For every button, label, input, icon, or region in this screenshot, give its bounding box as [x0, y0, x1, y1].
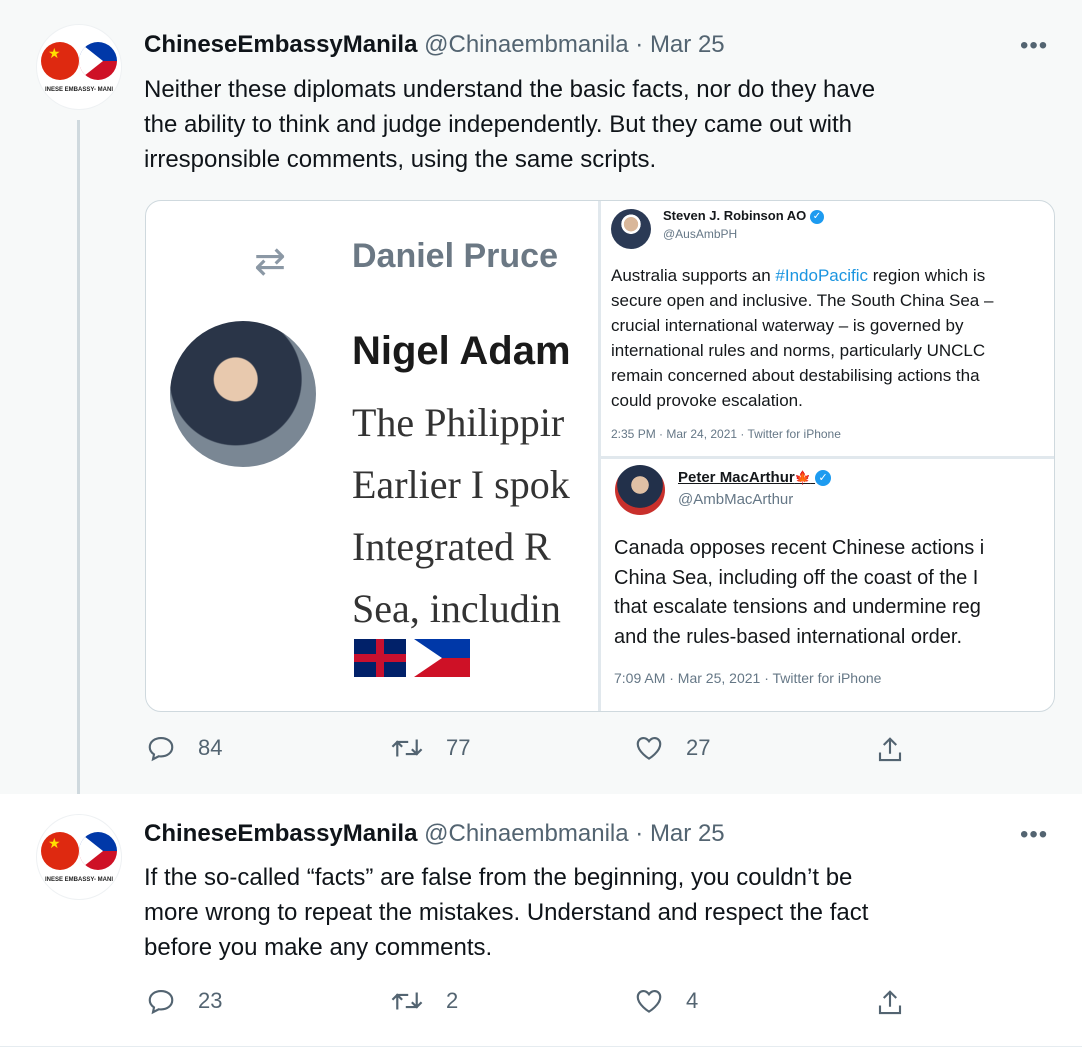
tweet-2[interactable]: INESE EMBASSY- MANI ChineseEmbassyManila…: [0, 794, 1082, 1046]
philippines-flag-icon: [79, 42, 117, 80]
handle[interactable]: @Chinaembmanila: [424, 31, 628, 58]
tweet-date[interactable]: Mar 25: [650, 31, 725, 58]
display-name[interactable]: ChineseEmbassyManila: [144, 31, 417, 58]
avatar-caption: INESE EMBASSY- MANI: [44, 877, 113, 883]
tweet-text-line: If the so-called “facts” are false from …: [144, 864, 853, 891]
embedded-screenshot-left: ⇄ Daniel Pruce Nigel Adam The Philippir …: [146, 201, 598, 711]
reply-icon: [148, 989, 174, 1015]
more-icon[interactable]: •••: [1020, 32, 1048, 60]
retweet-button[interactable]: 2: [390, 986, 458, 1016]
uk-flag-icon: [354, 639, 406, 677]
embedded-timestamp: 2:35 PM · Mar 24, 2021 · Twitter for iPh…: [611, 427, 841, 441]
tweet-text-line: the ability to think and judge independe…: [144, 111, 853, 138]
tweet-header: ChineseEmbassyManila @Chinaembmanila · M…: [144, 820, 725, 848]
retweet-icon: [391, 992, 423, 1010]
embedded-handle: @AusAmbPH: [663, 227, 738, 241]
flag-emojis: [354, 639, 470, 681]
tweet-text-line: irresponsible comments, using the same s…: [144, 146, 657, 173]
like-icon: [636, 989, 662, 1013]
embedded-text-line: The Philippir: [352, 400, 565, 445]
retweet-icon: [391, 739, 423, 757]
verified-icon: ✓: [815, 470, 832, 487]
embedded-timestamp: 7:09 AM · Mar 25, 2021 · Twitter for iPh…: [614, 670, 882, 686]
separator: ·: [635, 31, 644, 58]
reply-button[interactable]: 84: [146, 733, 222, 763]
embedded-author-name: Peter MacArthur🍁 ✓: [678, 469, 832, 487]
embedded-author-name: Steven J. Robinson AO ✓: [663, 208, 824, 224]
tweet-1[interactable]: INESE EMBASSY- MANI ChineseEmbassyManila…: [0, 0, 1082, 810]
tweet-text: If the so-called “facts” are false from …: [144, 860, 1034, 965]
embedded-screenshot-top-right: Steven J. Robinson AO ✓ @AusAmbPH Austra…: [601, 201, 1054, 456]
tweet-date[interactable]: Mar 25: [650, 820, 725, 847]
retweet-count: 77: [446, 735, 471, 760]
canada-flag-icon: 🍁: [794, 470, 811, 485]
more-icon[interactable]: •••: [1020, 821, 1048, 849]
embedded-text-line: Integrated R: [352, 524, 551, 569]
avatar-caption: INESE EMBASSY- MANI: [44, 87, 113, 93]
china-flag-icon: [41, 832, 79, 870]
like-count: 27: [686, 735, 711, 760]
philippines-flag-icon: [414, 639, 470, 677]
profile-photo: [611, 209, 651, 249]
thread-connector-line: [77, 120, 80, 810]
like-count: 4: [686, 988, 699, 1013]
tweet-text-line: Neither these diplomats understand the b…: [144, 76, 876, 103]
embedded-handle: @AmbMacArthur: [678, 491, 794, 508]
tweet-text: Neither these diplomats understand the b…: [144, 72, 1034, 177]
embedded-tweet-text: Canada opposes recent Chinese actions i …: [614, 537, 985, 648]
embedded-text-line: Sea, includin: [352, 586, 561, 631]
profile-photo: [170, 321, 316, 467]
share-icon: [878, 990, 902, 1015]
embedded-author-name: Nigel Adam: [352, 329, 571, 373]
reply-icon: [148, 736, 174, 762]
tweet-actions: 84 77 27: [0, 733, 1082, 773]
share-button[interactable]: [875, 988, 905, 1018]
avatar[interactable]: INESE EMBASSY- MANI: [36, 24, 122, 110]
retweet-icon: ⇄: [254, 239, 286, 283]
reply-button[interactable]: 23: [146, 986, 222, 1016]
media-image[interactable]: ⇄ Daniel Pruce Nigel Adam The Philippir …: [145, 200, 1055, 712]
separator: ·: [635, 820, 644, 847]
verified-icon: ✓: [809, 209, 824, 224]
like-button[interactable]: 4: [634, 986, 698, 1016]
embedded-text-line: Earlier I spok: [352, 462, 570, 507]
profile-photo: [615, 465, 665, 515]
tweet-text-line: more wrong to repeat the mistakes. Under…: [144, 899, 869, 926]
like-icon: [636, 736, 662, 760]
share-button[interactable]: [875, 735, 905, 765]
like-button[interactable]: 27: [634, 733, 710, 763]
tweet-text-line: before you make any comments.: [144, 934, 493, 961]
handle[interactable]: @Chinaembmanila: [424, 820, 628, 847]
retweeter-name: Daniel Pruce: [352, 237, 558, 275]
tweet-divider: [0, 1046, 1082, 1047]
reply-count: 23: [198, 988, 223, 1013]
reply-count: 84: [198, 735, 223, 760]
tweet-header: ChineseEmbassyManila @Chinaembmanila · M…: [144, 31, 725, 59]
retweet-count: 2: [446, 988, 459, 1013]
embedded-screenshot-bottom-right: Peter MacArthur🍁 ✓ @AmbMacArthur Canada …: [601, 459, 1054, 711]
china-flag-icon: [41, 42, 79, 80]
retweet-button[interactable]: 77: [390, 733, 470, 763]
share-icon: [878, 737, 902, 762]
philippines-flag-icon: [79, 832, 117, 870]
avatar[interactable]: INESE EMBASSY- MANI: [36, 814, 122, 900]
embedded-tweet-text: Australia supports an #IndoPacific regio…: [611, 266, 994, 410]
tweet-actions: 23 2 4: [0, 986, 1082, 1026]
display-name[interactable]: ChineseEmbassyManila: [144, 820, 417, 847]
